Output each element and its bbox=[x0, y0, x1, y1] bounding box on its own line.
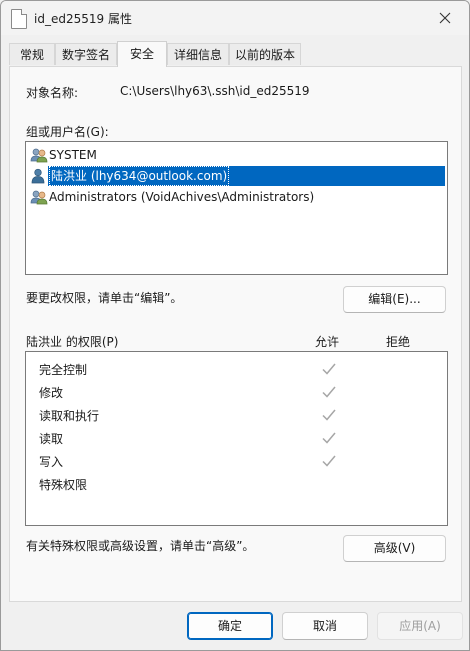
window-title: id_ed25519 属性 bbox=[34, 12, 132, 26]
tab-digital-signatures[interactable]: 数字签名 bbox=[55, 43, 117, 65]
permission-special: 特殊权限 bbox=[39, 478, 88, 492]
close-button[interactable] bbox=[423, 1, 467, 35]
list-item-current-user[interactable]: 陆洪业 (lhy634@outlook.com) bbox=[30, 166, 230, 186]
object-name-value: C:\Users\lhy63\.ssh\id_ed25519 bbox=[120, 84, 310, 98]
allow-check-icon bbox=[322, 409, 336, 421]
permissions-title: 陆洪业 的权限(P) bbox=[26, 335, 119, 349]
list-item-administrators[interactable]: Administrators (VoidAchives\Administrato… bbox=[30, 187, 314, 207]
permission-read: 读取 bbox=[39, 432, 64, 446]
edit-button[interactable]: 编辑(E)... bbox=[343, 286, 446, 313]
permission-write: 写入 bbox=[39, 455, 64, 469]
user-icon bbox=[31, 168, 45, 184]
users-listbox[interactable]: SYSTEM 陆洪业 (lhy634@outlook.com) Administ… bbox=[25, 141, 448, 275]
cancel-button[interactable]: 取消 bbox=[282, 612, 368, 640]
ok-button[interactable]: 确定 bbox=[187, 612, 273, 640]
object-name-label: 对象名称: bbox=[26, 86, 79, 100]
tab-general[interactable]: 常规 bbox=[9, 43, 55, 65]
list-item-system[interactable]: SYSTEM bbox=[30, 145, 97, 165]
list-item-label: SYSTEM bbox=[49, 148, 97, 162]
tab-security[interactable]: 安全 bbox=[117, 41, 167, 67]
permissions-list[interactable]: 完全控制 修改 读取和执行 读取 写入 特殊权限 bbox=[25, 351, 448, 526]
permission-full-control: 完全控制 bbox=[39, 363, 88, 377]
edit-hint: 要更改权限，请单击“编辑”。 bbox=[26, 291, 183, 305]
list-item-label: 陆洪业 (lhy634@outlook.com) bbox=[49, 166, 230, 186]
users-group-icon bbox=[30, 148, 48, 163]
allow-header: 允许 bbox=[315, 335, 340, 349]
close-icon bbox=[439, 12, 451, 24]
tab-strip: 常规 数字签名 安全 详细信息 以前的版本 bbox=[9, 41, 463, 67]
allow-check-icon bbox=[322, 363, 336, 375]
list-item-label: Administrators (VoidAchives\Administrato… bbox=[49, 190, 315, 204]
permission-read-execute: 读取和执行 bbox=[39, 409, 100, 423]
advanced-hint: 有关特殊权限或高级设置，请单击“高级”。 bbox=[26, 539, 255, 553]
tab-details[interactable]: 详细信息 bbox=[167, 43, 229, 65]
apply-button[interactable]: 应用(A) bbox=[377, 612, 463, 640]
security-panel: 对象名称: C:\Users\lhy63\.ssh\id_ed25519 组或用… bbox=[9, 66, 462, 602]
allow-check-icon bbox=[322, 432, 336, 444]
file-icon bbox=[11, 9, 27, 29]
allow-check-icon bbox=[322, 386, 336, 398]
groups-label: 组或用户名(G): bbox=[26, 125, 109, 139]
advanced-button[interactable]: 高级(V) bbox=[343, 535, 446, 562]
tab-previous-versions[interactable]: 以前的版本 bbox=[229, 43, 301, 65]
permission-modify: 修改 bbox=[39, 386, 64, 400]
deny-header: 拒绝 bbox=[386, 335, 411, 349]
title-bar: id_ed25519 属性 bbox=[1, 1, 469, 35]
users-group-icon bbox=[30, 190, 48, 205]
properties-window: id_ed25519 属性 常规 数字签名 安全 详细信息 以前的版本 对象名称… bbox=[0, 0, 470, 651]
allow-check-icon bbox=[322, 455, 336, 467]
